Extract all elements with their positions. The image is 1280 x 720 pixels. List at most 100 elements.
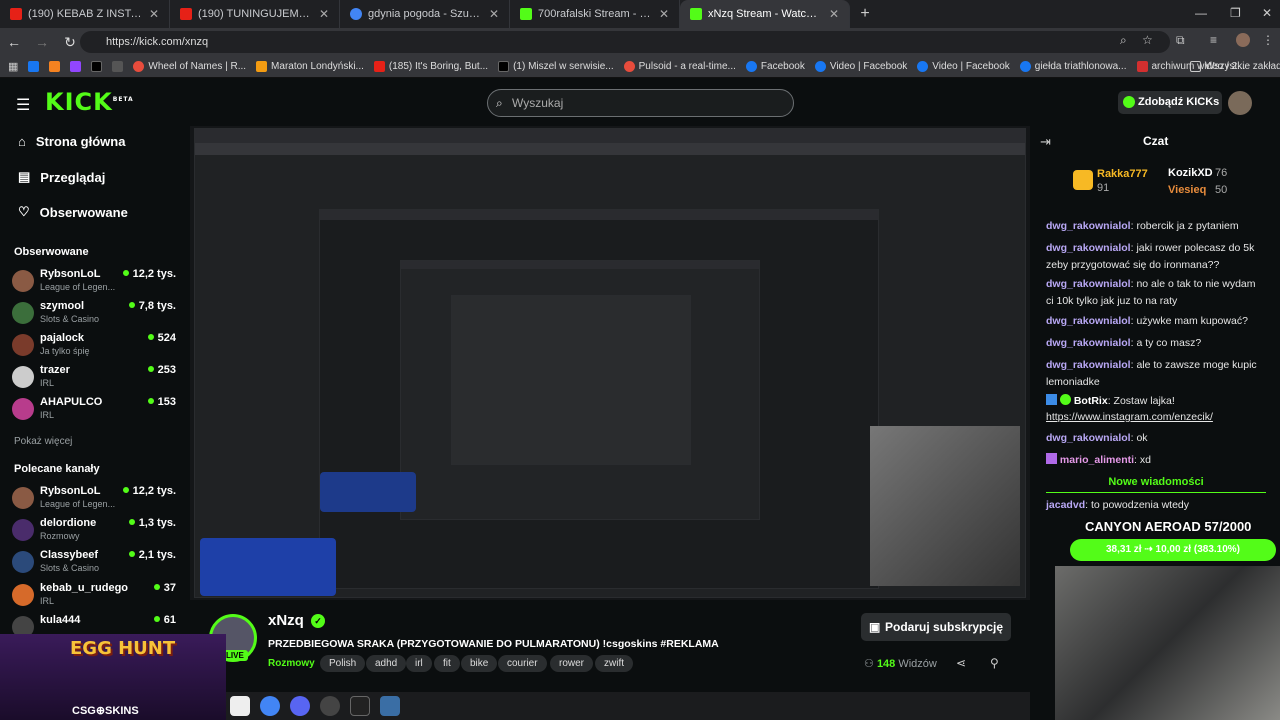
- extensions-icon[interactable]: ⧉: [1176, 33, 1185, 48]
- bookmark[interactable]: (1) Miszel w serwisie...: [498, 61, 614, 72]
- twitch-icon: [70, 61, 82, 72]
- channel-name[interactable]: xNzq: [268, 612, 304, 629]
- close-tab-icon[interactable]: ✕: [319, 7, 329, 21]
- bookmark[interactable]: Wheel of Names | R...: [133, 61, 246, 72]
- avatar: [12, 302, 34, 324]
- following-channel[interactable]: RybsonLoL League of Legen... 12,2 tys.: [12, 266, 180, 298]
- avatar: [12, 519, 34, 541]
- tag[interactable]: fit: [434, 655, 460, 672]
- ad-banner[interactable]: [200, 538, 336, 596]
- url-field[interactable]: https://kick.com/xnzq: [80, 31, 1170, 53]
- browser-tab[interactable]: (190) KEBAB Z INSTAGRAMA W✕: [0, 0, 170, 28]
- folder-icon: [1190, 61, 1201, 72]
- chrome-icon[interactable]: [260, 696, 280, 716]
- zoom-icon[interactable]: ⌕: [1120, 33, 1127, 48]
- webcam-overlay: [870, 426, 1020, 586]
- obs-icon[interactable]: [320, 696, 340, 716]
- bookmark[interactable]: Pulsoid - a real-time...: [623, 61, 736, 72]
- tag[interactable]: rower: [550, 655, 594, 672]
- avatar: [12, 584, 34, 606]
- bookmark[interactable]: [49, 61, 61, 72]
- recommended-channel[interactable]: Classybeef Slots & Casino 2,1 tys.: [12, 547, 180, 579]
- leaderboard-name[interactable]: Rakka777: [1097, 168, 1148, 180]
- get-kicks-button[interactable]: Zdobądź KICKs: [1118, 91, 1222, 114]
- video-player[interactable]: [190, 126, 1030, 600]
- profile-icon[interactable]: [1236, 33, 1250, 47]
- gift-subscription-button[interactable]: ▣ Podaruj subskrypcję: [861, 613, 1011, 641]
- browse-icon: ▤: [18, 169, 31, 184]
- show-more-link[interactable]: Pokaż więcej: [14, 436, 72, 447]
- youtube-icon: [180, 8, 192, 20]
- bookmark[interactable]: [28, 61, 40, 72]
- ad-banner[interactable]: [320, 472, 416, 512]
- kick-logo[interactable]: KICKBETA: [45, 88, 134, 116]
- app-icon[interactable]: [380, 696, 400, 716]
- menu-icon[interactable]: ⋮: [1262, 33, 1274, 47]
- bookmark[interactable]: Maraton Londyński...: [256, 61, 364, 72]
- tag[interactable]: zwift: [595, 655, 633, 672]
- follow-icon[interactable]: ⚲: [990, 656, 999, 670]
- bookmark[interactable]: [91, 61, 103, 72]
- leaderboard-name[interactable]: Viesieq: [1168, 184, 1206, 196]
- avatar: [12, 398, 34, 420]
- bookmark[interactable]: [112, 61, 124, 72]
- minimize-icon[interactable]: —: [1195, 6, 1207, 20]
- following-channel[interactable]: pajalock Ja tylko śpię 524: [12, 330, 180, 362]
- tag[interactable]: Polish: [320, 655, 366, 672]
- following-channel[interactable]: szymool Slots & Casino 7,8 tys.: [12, 298, 180, 330]
- hamburger-menu-icon[interactable]: ☰: [16, 95, 30, 115]
- close-tab-icon[interactable]: ✕: [829, 7, 839, 21]
- start-icon[interactable]: [230, 696, 250, 716]
- nav-browse[interactable]: ▤ Przeglądaj: [18, 169, 105, 185]
- back-icon[interactable]: ←: [0, 34, 28, 50]
- close-tab-icon[interactable]: ✕: [659, 7, 669, 21]
- restore-icon[interactable]: ❐: [1230, 6, 1241, 20]
- tag[interactable]: courier: [498, 655, 547, 672]
- search-input[interactable]: ⌕ Wyszukaj: [487, 89, 794, 117]
- close-tab-icon[interactable]: ✕: [489, 7, 499, 21]
- browser-tab-active[interactable]: xNzq Stream - Watch Live on K✕: [680, 0, 850, 28]
- bookmark[interactable]: Video | Facebook: [814, 61, 907, 72]
- recommended-channel[interactable]: delordione Rozmowy 1,3 tys.: [12, 515, 180, 547]
- new-tab-button[interactable]: +: [850, 0, 880, 28]
- close-window-icon[interactable]: ✕: [1262, 6, 1272, 20]
- bookmark-star-icon[interactable]: ☆: [1142, 33, 1153, 47]
- chat-message: jacadvd: to powodzenia wtedy: [1046, 499, 1190, 511]
- terminal-icon[interactable]: [350, 696, 370, 716]
- bookmark-icon: [49, 61, 61, 72]
- recommended-channel[interactable]: kebab_u_rudego IRL 37: [12, 580, 180, 612]
- discord-icon[interactable]: [290, 696, 310, 716]
- all-bookmarks[interactable]: Wszystkie zakładki: [1190, 61, 1280, 72]
- bookmark[interactable]: Video | Facebook: [917, 61, 1010, 72]
- leaderboard-name[interactable]: KozikXD: [1168, 167, 1213, 179]
- browser-tab[interactable]: (190) TUNINGUJEMY NASZEGO✕: [170, 0, 340, 28]
- tag[interactable]: bike: [461, 655, 498, 672]
- bookmark[interactable]: (185) It's Boring, But...: [373, 61, 488, 72]
- following-channel[interactable]: trazer IRL 253: [12, 362, 180, 394]
- chat-link[interactable]: https://www.instagram.com/enzecik/: [1046, 409, 1261, 426]
- following-channel[interactable]: AHAPULCO IRL 153: [12, 394, 180, 426]
- category-link[interactable]: Rozmowy: [268, 658, 315, 669]
- forward-icon[interactable]: →: [28, 34, 56, 50]
- collapse-chat-icon[interactable]: ⇥: [1040, 134, 1051, 150]
- bookmark[interactable]: giełda triathlonowa...: [1019, 61, 1127, 72]
- tag[interactable]: irl: [406, 655, 432, 672]
- live-icon: [1136, 61, 1148, 72]
- share-icon[interactable]: ⋖: [956, 656, 966, 670]
- bookmark[interactable]: Facebook: [745, 61, 805, 72]
- nav-home[interactable]: ⌂ Strona główna: [18, 134, 125, 149]
- bot-badge-icon: [1046, 394, 1057, 405]
- taskbar: [226, 692, 1030, 720]
- overlay-title: CANYON AEROAD 57/2000: [1085, 519, 1252, 534]
- close-tab-icon[interactable]: ✕: [149, 7, 159, 21]
- browser-tab[interactable]: gdynia pogoda - Szukaj w Goo✕: [340, 0, 510, 28]
- recommended-channel[interactable]: RybsonLoL League of Legen... 12,2 tys.: [12, 483, 180, 515]
- apps-icon[interactable]: ▦: [8, 60, 18, 73]
- bookmark[interactable]: [70, 61, 82, 72]
- tag[interactable]: adhd: [366, 655, 407, 672]
- bookmark-icon: [112, 61, 124, 72]
- browser-tab[interactable]: 700rafalski Stream - Watch Live✕: [510, 0, 680, 28]
- media-icon[interactable]: ≡: [1210, 33, 1217, 47]
- nav-following[interactable]: ♡ Obserwowane: [18, 204, 128, 220]
- user-avatar[interactable]: [1228, 91, 1252, 115]
